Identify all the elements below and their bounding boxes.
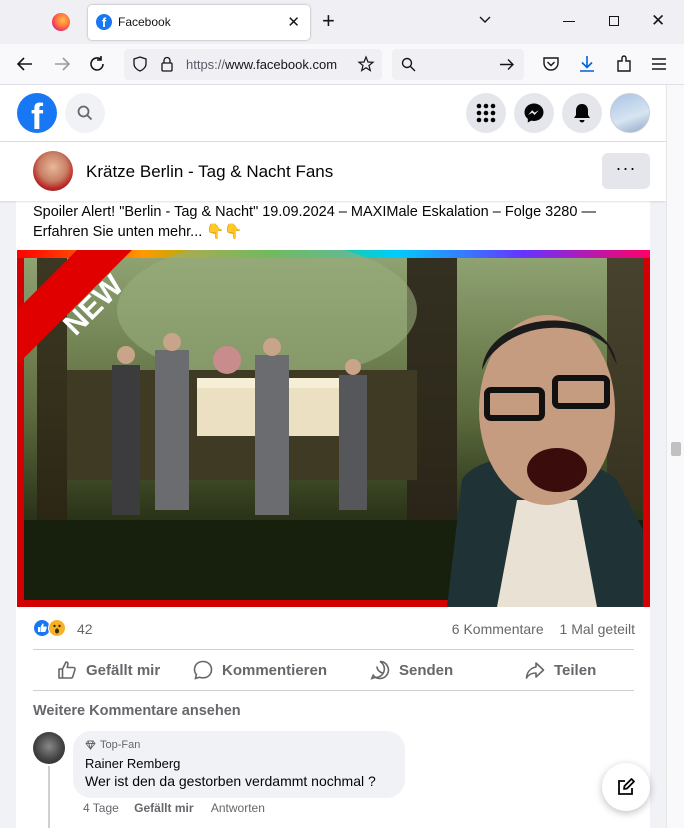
messenger-button[interactable] (514, 93, 554, 133)
page-header: Krätze Berlin - Tag & Nacht Fans ··· (0, 142, 666, 201)
post-image[interactable]: NEW (17, 250, 650, 607)
back-arrow-icon[interactable] (14, 53, 36, 75)
new-message-button[interactable] (602, 763, 650, 811)
tab-list-chevron-icon[interactable] (478, 12, 492, 26)
menu-icon[interactable] (648, 53, 670, 75)
wow-reaction-icon (48, 619, 66, 637)
shares-count[interactable]: 1 Mal geteilt (560, 621, 635, 637)
comment-like-link[interactable]: Gefällt mir (134, 801, 193, 815)
comment-time[interactable]: 4 Tage (83, 801, 119, 815)
share-arrow-icon (525, 662, 545, 679)
send-label: Senden (399, 661, 454, 679)
firefox-icon[interactable] (52, 13, 70, 31)
comment-author[interactable]: Rainer Remberg (85, 756, 180, 771)
share-label: Teilen (554, 661, 597, 679)
page-name[interactable]: Krätze Berlin - Tag & Nacht Fans (86, 162, 333, 182)
comment-button[interactable]: Kommentieren (192, 655, 327, 685)
like-label: Gefällt mir (86, 661, 161, 679)
send-button[interactable]: Senden (369, 655, 453, 685)
window-close-button[interactable]: ✕ (651, 11, 665, 31)
share-button[interactable]: Teilen (524, 655, 596, 685)
bell-icon (574, 104, 590, 123)
comment-bubble: Top-Fan Rainer Remberg Wer ist den da ge… (73, 731, 405, 798)
tab-title: Facebook (118, 15, 171, 29)
maximize-button[interactable] (609, 16, 619, 26)
post-stats: 6 Kommentare 1 Mal geteilt (452, 621, 635, 637)
top-fan-label: Top-Fan (100, 739, 141, 751)
comments-count[interactable]: 6 Kommentare (452, 621, 544, 637)
address-bar[interactable]: https://www.facebook.com (124, 49, 382, 80)
comment-reply-link[interactable]: Antworten (211, 801, 265, 815)
facebook-search-button[interactable] (65, 93, 105, 133)
comment-label: Kommentieren (222, 661, 328, 679)
browser-tab-bar: f Facebook ✕ + ✕ (0, 0, 684, 44)
whatsapp-icon (370, 660, 390, 680)
profile-avatar[interactable] (610, 93, 650, 133)
search-icon (77, 105, 93, 121)
commenter-avatar[interactable] (33, 732, 65, 764)
scrollbar-thumb[interactable] (671, 442, 681, 456)
new-tab-button[interactable]: + (322, 9, 335, 33)
thumbs-up-icon (58, 661, 76, 679)
divider (33, 690, 634, 691)
minimize-button[interactable] (563, 21, 575, 22)
compose-icon (618, 778, 635, 795)
shield-icon[interactable] (132, 56, 148, 72)
comment-thread-line (48, 766, 50, 828)
forward-arrow-icon[interactable] (51, 53, 73, 75)
extensions-icon[interactable] (613, 53, 635, 75)
messenger-icon (524, 103, 544, 123)
facebook-favicon-icon: f (96, 14, 112, 30)
download-icon[interactable] (576, 53, 598, 75)
go-arrow-icon[interactable] (499, 57, 515, 72)
url-text[interactable]: https://www.facebook.com (186, 57, 337, 72)
page-scrollbar[interactable] (666, 85, 684, 828)
browser-tab[interactable]: f Facebook ✕ (88, 5, 310, 40)
facebook-header: f (0, 85, 666, 142)
comment-text: Wer ist den da gestorben verdammt nochma… (85, 773, 376, 789)
pocket-icon[interactable] (540, 53, 562, 75)
comment-icon (193, 660, 213, 680)
page-avatar[interactable] (33, 151, 73, 191)
menu-grid-button[interactable] (466, 93, 506, 133)
post-text: Spoiler Alert! "Berlin - Tag & Nacht" 19… (33, 204, 596, 240)
browser-nav-bar: https://www.facebook.com (0, 44, 684, 85)
top-fan-badge: Top-Fan (85, 739, 140, 751)
comment-meta: 4 Tage Gefällt mir Antworten (83, 801, 265, 815)
search-bar[interactable] (392, 49, 524, 80)
reload-icon[interactable] (86, 53, 108, 75)
search-icon (401, 57, 416, 72)
close-tab-icon[interactable]: ✕ (287, 13, 300, 31)
facebook-logo-icon[interactable]: f (17, 93, 57, 133)
more-options-button[interactable]: ··· (602, 153, 650, 189)
diamond-icon (85, 740, 96, 750)
more-comments-link[interactable]: Weitere Kommentare ansehen (33, 703, 241, 719)
reaction-count: 42 (77, 621, 93, 637)
bookmark-star-icon[interactable] (357, 55, 375, 73)
lock-icon[interactable] (160, 56, 174, 72)
notifications-button[interactable] (562, 93, 602, 133)
grid-icon (476, 103, 496, 123)
like-button[interactable]: Gefällt mir (56, 655, 160, 685)
divider (33, 649, 634, 650)
